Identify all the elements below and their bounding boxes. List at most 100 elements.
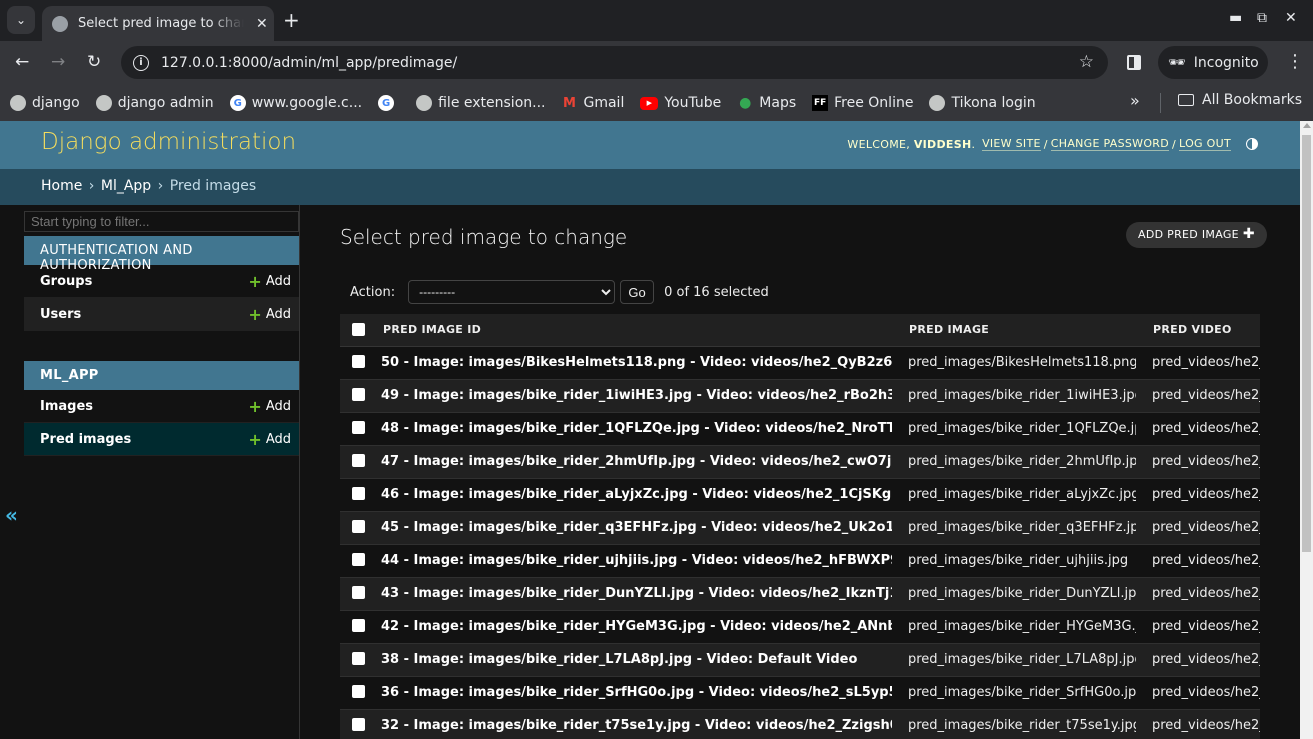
sidebar-item-images[interactable]: Images + Add bbox=[24, 390, 299, 423]
all-bookmarks-button[interactable]: All Bookmarks bbox=[1178, 92, 1302, 108]
row-checkbox[interactable] bbox=[352, 421, 365, 434]
add-users-link[interactable]: + Add bbox=[248, 305, 291, 324]
sidebar-item-pred-images[interactable]: Pred images + Add bbox=[24, 423, 299, 456]
row-checkbox[interactable] bbox=[352, 685, 365, 698]
bookmark-maps[interactable]: ● Maps bbox=[737, 95, 796, 111]
bookmark-django[interactable]: django bbox=[10, 95, 80, 111]
pred-image-link[interactable]: 32 - Image: images/bike_rider_t75se1y.jp… bbox=[381, 718, 892, 733]
row-checkbox[interactable] bbox=[352, 553, 365, 566]
select-all-checkbox[interactable] bbox=[352, 322, 365, 336]
row-checkbox[interactable] bbox=[352, 388, 365, 401]
change-password-link[interactable]: CHANGE PASSWORD bbox=[1050, 137, 1170, 151]
row-checkbox[interactable] bbox=[352, 487, 365, 500]
pred-image-cell: pred_images/bike_rider_1iwiHE3.jpg bbox=[892, 379, 1136, 413]
youtube-icon: ▶ bbox=[640, 96, 659, 110]
restore-icon[interactable]: ⧉ bbox=[1257, 10, 1267, 26]
action-label: Action: bbox=[350, 284, 396, 300]
column-header-pred-video[interactable]: PRED VIDEO bbox=[1136, 314, 1260, 347]
row-checkbox[interactable] bbox=[352, 355, 365, 368]
breadcrumb-app[interactable]: Ml_App bbox=[101, 178, 151, 194]
forward-icon[interactable]: → bbox=[51, 52, 65, 72]
pred-image-link[interactable]: 48 - Image: images/bike_rider_1QFLZQe.jp… bbox=[381, 421, 892, 436]
add-label: Add bbox=[265, 306, 291, 322]
column-header-pred-image[interactable]: PRED IMAGE bbox=[892, 314, 1136, 347]
bookmark-file-extension[interactable]: file extension... bbox=[416, 95, 545, 111]
row-checkbox[interactable] bbox=[352, 586, 365, 599]
incognito-badge[interactable]: 🕶 Incognito bbox=[1158, 46, 1268, 79]
row-checkbox[interactable] bbox=[352, 520, 365, 533]
pred-image-id-cell: 50 - Image: images/BikesHelmets118.png -… bbox=[378, 346, 892, 380]
row-checkbox[interactable] bbox=[352, 619, 365, 632]
go-button[interactable]: Go bbox=[620, 280, 655, 304]
pred-image-link[interactable]: 46 - Image: images/bike_rider_aLyjxZc.jp… bbox=[381, 487, 892, 502]
pred-image-link[interactable]: 43 - Image: images/bike_rider_DunYZLl.jp… bbox=[381, 586, 892, 601]
bookmark-free-online[interactable]: FF Free Online bbox=[812, 95, 913, 111]
column-header-pred-image-id[interactable]: PRED IMAGE ID bbox=[378, 314, 892, 347]
window-close-icon[interactable]: ✕ bbox=[1285, 10, 1297, 26]
module-caption-auth[interactable]: AUTHENTICATION AND AUTHORIZATION bbox=[24, 236, 299, 273]
minimize-icon[interactable]: ▬ bbox=[1229, 10, 1242, 26]
model-link-groups[interactable]: Groups bbox=[40, 274, 92, 289]
add-images-link[interactable]: + Add bbox=[248, 397, 291, 416]
url-text[interactable]: 127.0.0.1:8000/admin/ml_app/predimage/ bbox=[161, 55, 457, 71]
address-bar[interactable]: i 127.0.0.1:8000/admin/ml_app/predimage/… bbox=[121, 46, 1108, 79]
nav-filter-input[interactable] bbox=[24, 211, 299, 232]
all-bookmarks-label: All Bookmarks bbox=[1202, 92, 1303, 108]
bookmark-youtube[interactable]: ▶ YouTube bbox=[640, 95, 721, 111]
globe-icon bbox=[10, 95, 26, 111]
more-bookmarks-icon[interactable]: » bbox=[1130, 91, 1140, 110]
bookmark-star-icon[interactable]: ☆ bbox=[1079, 52, 1094, 72]
view-site-link[interactable]: VIEW SITE bbox=[982, 137, 1041, 151]
model-link-users[interactable]: Users bbox=[40, 307, 81, 322]
more-menu-icon[interactable]: ⋮ bbox=[1286, 51, 1304, 72]
browser-tab[interactable]: Select pred image to change ✕ bbox=[42, 6, 274, 41]
collapse-sidebar-icon[interactable]: « bbox=[5, 503, 18, 527]
row-checkbox[interactable] bbox=[352, 454, 365, 467]
pred-image-link[interactable]: 38 - Image: images/bike_rider_L7LA8pJ.jp… bbox=[381, 652, 857, 667]
pred-image-id-cell: 43 - Image: images/bike_rider_DunYZLl.jp… bbox=[378, 577, 892, 611]
breadcrumb-separator: › bbox=[157, 178, 164, 194]
back-icon[interactable]: ← bbox=[15, 52, 29, 72]
site-info-icon[interactable]: i bbox=[133, 54, 149, 71]
model-link-pred-images[interactable]: Pred images bbox=[40, 432, 131, 447]
add-pred-images-link[interactable]: + Add bbox=[248, 430, 291, 449]
pred-image-link[interactable]: 36 - Image: images/bike_rider_SrfHG0o.jp… bbox=[381, 685, 892, 700]
model-link-images[interactable]: Images bbox=[40, 399, 93, 414]
bookmark-google[interactable]: Gwww.google.c... bbox=[229, 95, 362, 111]
bookmark-django-admin[interactable]: django admin bbox=[95, 95, 214, 111]
row-checkbox[interactable] bbox=[352, 652, 365, 665]
sidebar-item-groups[interactable]: Groups + Add bbox=[24, 265, 299, 298]
side-panel-icon[interactable] bbox=[1127, 55, 1141, 70]
add-groups-link[interactable]: + Add bbox=[248, 272, 291, 291]
breadcrumb-home[interactable]: Home bbox=[41, 178, 82, 194]
pred-image-link[interactable]: 42 - Image: images/bike_rider_HYGeM3G.jp… bbox=[381, 619, 892, 634]
pred-image-link[interactable]: 45 - Image: images/bike_rider_q3EFHFz.jp… bbox=[381, 520, 892, 535]
action-select[interactable]: --------- bbox=[408, 280, 616, 304]
log-out-link[interactable]: LOG OUT bbox=[1179, 137, 1231, 151]
site-brand[interactable]: Django administration bbox=[41, 129, 296, 155]
pred-image-link[interactable]: 49 - Image: images/bike_rider_1iwiHE3.jp… bbox=[381, 388, 892, 403]
bookmark-google-2[interactable]: G bbox=[378, 95, 400, 111]
pred-image-link[interactable]: 47 - Image: images/bike_rider_2hmUfIp.jp… bbox=[381, 454, 892, 469]
module-caption-ml-app[interactable]: ML_APP bbox=[24, 361, 299, 390]
scrollbar-thumb[interactable] bbox=[1302, 135, 1311, 552]
page-scrollbar[interactable] bbox=[1300, 121, 1313, 739]
add-label: Add bbox=[265, 273, 291, 289]
bookmark-gmail[interactable]: M Gmail bbox=[561, 95, 624, 111]
pred-image-link[interactable]: 44 - Image: images/bike_rider_ujhjiis.jp… bbox=[381, 553, 892, 568]
new-tab-button[interactable]: + bbox=[283, 8, 300, 32]
add-pred-image-button[interactable]: ADD PRED IMAGE ✚ bbox=[1126, 222, 1267, 248]
scroll-up-arrow-icon[interactable] bbox=[1303, 123, 1311, 128]
row-select-cell bbox=[340, 544, 378, 578]
bookmark-tikona-login[interactable]: Tikona login bbox=[929, 95, 1036, 111]
close-tab-icon[interactable]: ✕ bbox=[256, 16, 268, 32]
reload-icon[interactable]: ↻ bbox=[87, 52, 101, 72]
pred-image-cell: pred_images/bike_rider_SrfHG0o.jpg bbox=[892, 676, 1136, 710]
theme-toggle-icon[interactable] bbox=[1246, 138, 1258, 150]
sidebar-item-users[interactable]: Users + Add bbox=[24, 298, 299, 331]
pred-image-link[interactable]: 50 - Image: images/BikesHelmets118.png -… bbox=[381, 355, 892, 370]
row-select-cell bbox=[340, 412, 378, 446]
page-title: Select pred image to change bbox=[340, 225, 628, 249]
row-checkbox[interactable] bbox=[352, 718, 365, 731]
tab-search-button[interactable]: ⌄ bbox=[7, 6, 35, 34]
